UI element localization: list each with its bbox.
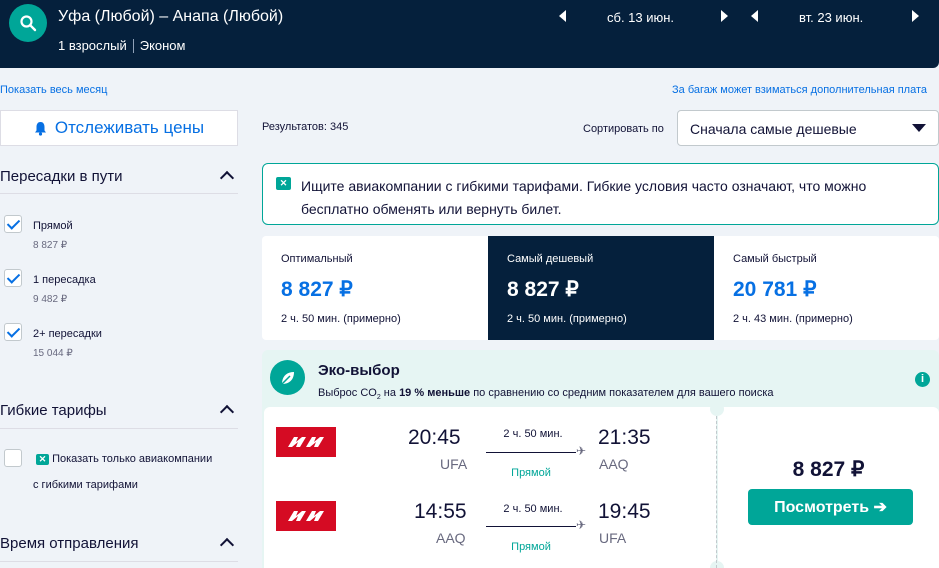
- eco-title: Эко-выбор: [318, 362, 400, 379]
- flexible-fares-banner: ✕ Ищите авиакомпании с гибкими тарифами.…: [262, 163, 939, 225]
- flexible-ticket-icon: ✕: [276, 177, 291, 190]
- stops-direct-checkbox[interactable]: [4, 215, 22, 233]
- search-header: Уфа (Любой) – Анапа (Любой) 1 взрослый Э…: [0, 0, 939, 68]
- stops-direct-label: Прямой: [33, 220, 73, 232]
- inbound-route-line: [486, 526, 576, 527]
- outbound-duration: 2 ч. 50 мин.: [503, 428, 563, 440]
- sort-label: Сортировать по: [583, 123, 664, 135]
- search-details[interactable]: 1 взрослый Эконом: [58, 38, 185, 53]
- track-prices-button[interactable]: Отслеживать цены: [0, 110, 238, 146]
- inbound-stops: Прямой: [511, 541, 551, 553]
- ticket-notch: [710, 402, 724, 416]
- divider: [132, 38, 134, 53]
- stops-two-plus-checkbox[interactable]: [4, 323, 22, 341]
- ticket-price: 8 827 ₽: [792, 458, 865, 481]
- outbound-arrival-time: 21:35: [598, 426, 651, 449]
- chevron-up-icon[interactable]: [219, 404, 235, 420]
- cabin-class-label: Эконом: [139, 38, 186, 53]
- outbound-arrival-airport: AAQ: [599, 456, 629, 472]
- tab-title: Самый дешевый: [507, 253, 594, 265]
- inbound-arrival-airport: UFA: [599, 530, 627, 546]
- baggage-fee-link[interactable]: За багаж может взиматься дополнительная …: [672, 84, 939, 96]
- leaf-icon: [270, 360, 305, 395]
- tab-price: 20 781 ₽: [733, 278, 817, 301]
- tab-cheapest[interactable]: Самый дешевый 8 827 ₽ 2 ч. 50 мин. (прим…: [488, 236, 714, 340]
- flex-filter-title[interactable]: Гибкие тарифы: [0, 402, 107, 419]
- tab-duration: 2 ч. 43 мин. (примерно): [733, 313, 853, 325]
- search-button[interactable]: [9, 4, 47, 42]
- stops-one-checkbox[interactable]: [4, 269, 22, 287]
- stops-two-plus-label: 2+ пересадки: [33, 328, 102, 340]
- flex-only-label: ✕ Показать только авиакомпании: [36, 453, 212, 465]
- tab-price: 8 827 ₽: [281, 278, 353, 301]
- divider: [0, 193, 238, 194]
- tab-title: Самый быстрый: [733, 253, 817, 265]
- show-month-link[interactable]: Показать весь месяц: [0, 84, 107, 96]
- tab-duration: 2 ч. 50 мин. (примерно): [507, 313, 627, 325]
- ticket-divider: [716, 416, 717, 568]
- sort-tabs: Оптимальный 8 827 ₽ 2 ч. 50 мин. (пример…: [262, 236, 939, 340]
- inbound-departure-time: 14:55: [414, 500, 467, 523]
- plane-icon: ✈: [576, 444, 587, 458]
- airline-logo: [276, 501, 336, 531]
- departure-time-filter-title[interactable]: Время отправления: [0, 535, 139, 552]
- track-prices-label: Отслеживать цены: [54, 118, 205, 137]
- info-icon[interactable]: i: [915, 372, 930, 387]
- tab-price: 8 827 ₽: [507, 278, 579, 301]
- flex-only-checkbox[interactable]: [4, 449, 22, 467]
- stops-one-label: 1 пересадка: [33, 274, 96, 286]
- passengers-label: 1 взрослый: [58, 38, 127, 53]
- tab-title: Оптимальный: [281, 253, 353, 265]
- prev-return-date-arrow-icon[interactable]: [751, 10, 758, 22]
- plane-icon: ✈: [576, 518, 587, 532]
- prev-depart-date-arrow-icon[interactable]: [559, 10, 566, 22]
- stops-direct-price: 8 827 ₽: [33, 240, 68, 251]
- inbound-arrival-time: 19:45: [598, 500, 651, 523]
- results-count: Результатов: 345: [262, 121, 349, 133]
- next-return-date-arrow-icon[interactable]: [912, 10, 919, 22]
- outbound-route-line: [486, 452, 576, 453]
- chevron-up-icon[interactable]: [219, 170, 235, 186]
- airline-logo: [276, 427, 336, 457]
- stops-filter-title[interactable]: Пересадки в пути: [0, 168, 123, 185]
- outbound-departure-time: 20:45: [408, 426, 461, 449]
- inbound-departure-airport: AAQ: [436, 530, 466, 546]
- ticket-notch: [710, 561, 724, 568]
- outbound-stops: Прямой: [511, 467, 551, 479]
- view-deal-button[interactable]: Посмотреть ➔: [748, 489, 913, 525]
- sort-select[interactable]: Сначала самые дешевые: [677, 110, 939, 146]
- stops-two-plus-price: 15 044 ₽: [33, 348, 73, 359]
- divider: [0, 428, 238, 429]
- return-date[interactable]: вт. 23 июн.: [799, 10, 863, 25]
- banner-text: Ищите авиакомпании с гибкими тарифами. Г…: [301, 178, 867, 217]
- next-depart-date-arrow-icon[interactable]: [721, 10, 728, 22]
- stops-one-price: 9 482 ₽: [33, 294, 68, 305]
- search-icon: [20, 15, 37, 32]
- chevron-up-icon[interactable]: [219, 537, 235, 553]
- tab-duration: 2 ч. 50 мин. (примерно): [281, 313, 401, 325]
- inbound-duration: 2 ч. 50 мин.: [503, 503, 563, 515]
- tab-optimal[interactable]: Оптимальный 8 827 ₽ 2 ч. 50 мин. (пример…: [262, 236, 488, 340]
- flexible-ticket-icon: ✕: [36, 453, 49, 465]
- eco-description: Выброс CO2 на 19 % меньше по сравнению с…: [318, 387, 774, 402]
- flex-only-label-line2: с гибкими тарифами: [33, 479, 138, 491]
- dropdown-caret-icon: [912, 124, 926, 132]
- route-summary[interactable]: Уфа (Любой) – Анапа (Любой): [58, 8, 283, 26]
- tab-fastest[interactable]: Самый быстрый 20 781 ₽ 2 ч. 43 мин. (при…: [714, 236, 939, 340]
- depart-date[interactable]: сб. 13 июн.: [607, 10, 674, 25]
- ticket-price-panel: [718, 407, 939, 568]
- outbound-departure-airport: UFA: [440, 456, 468, 472]
- bell-icon: [34, 121, 46, 136]
- divider: [0, 561, 238, 562]
